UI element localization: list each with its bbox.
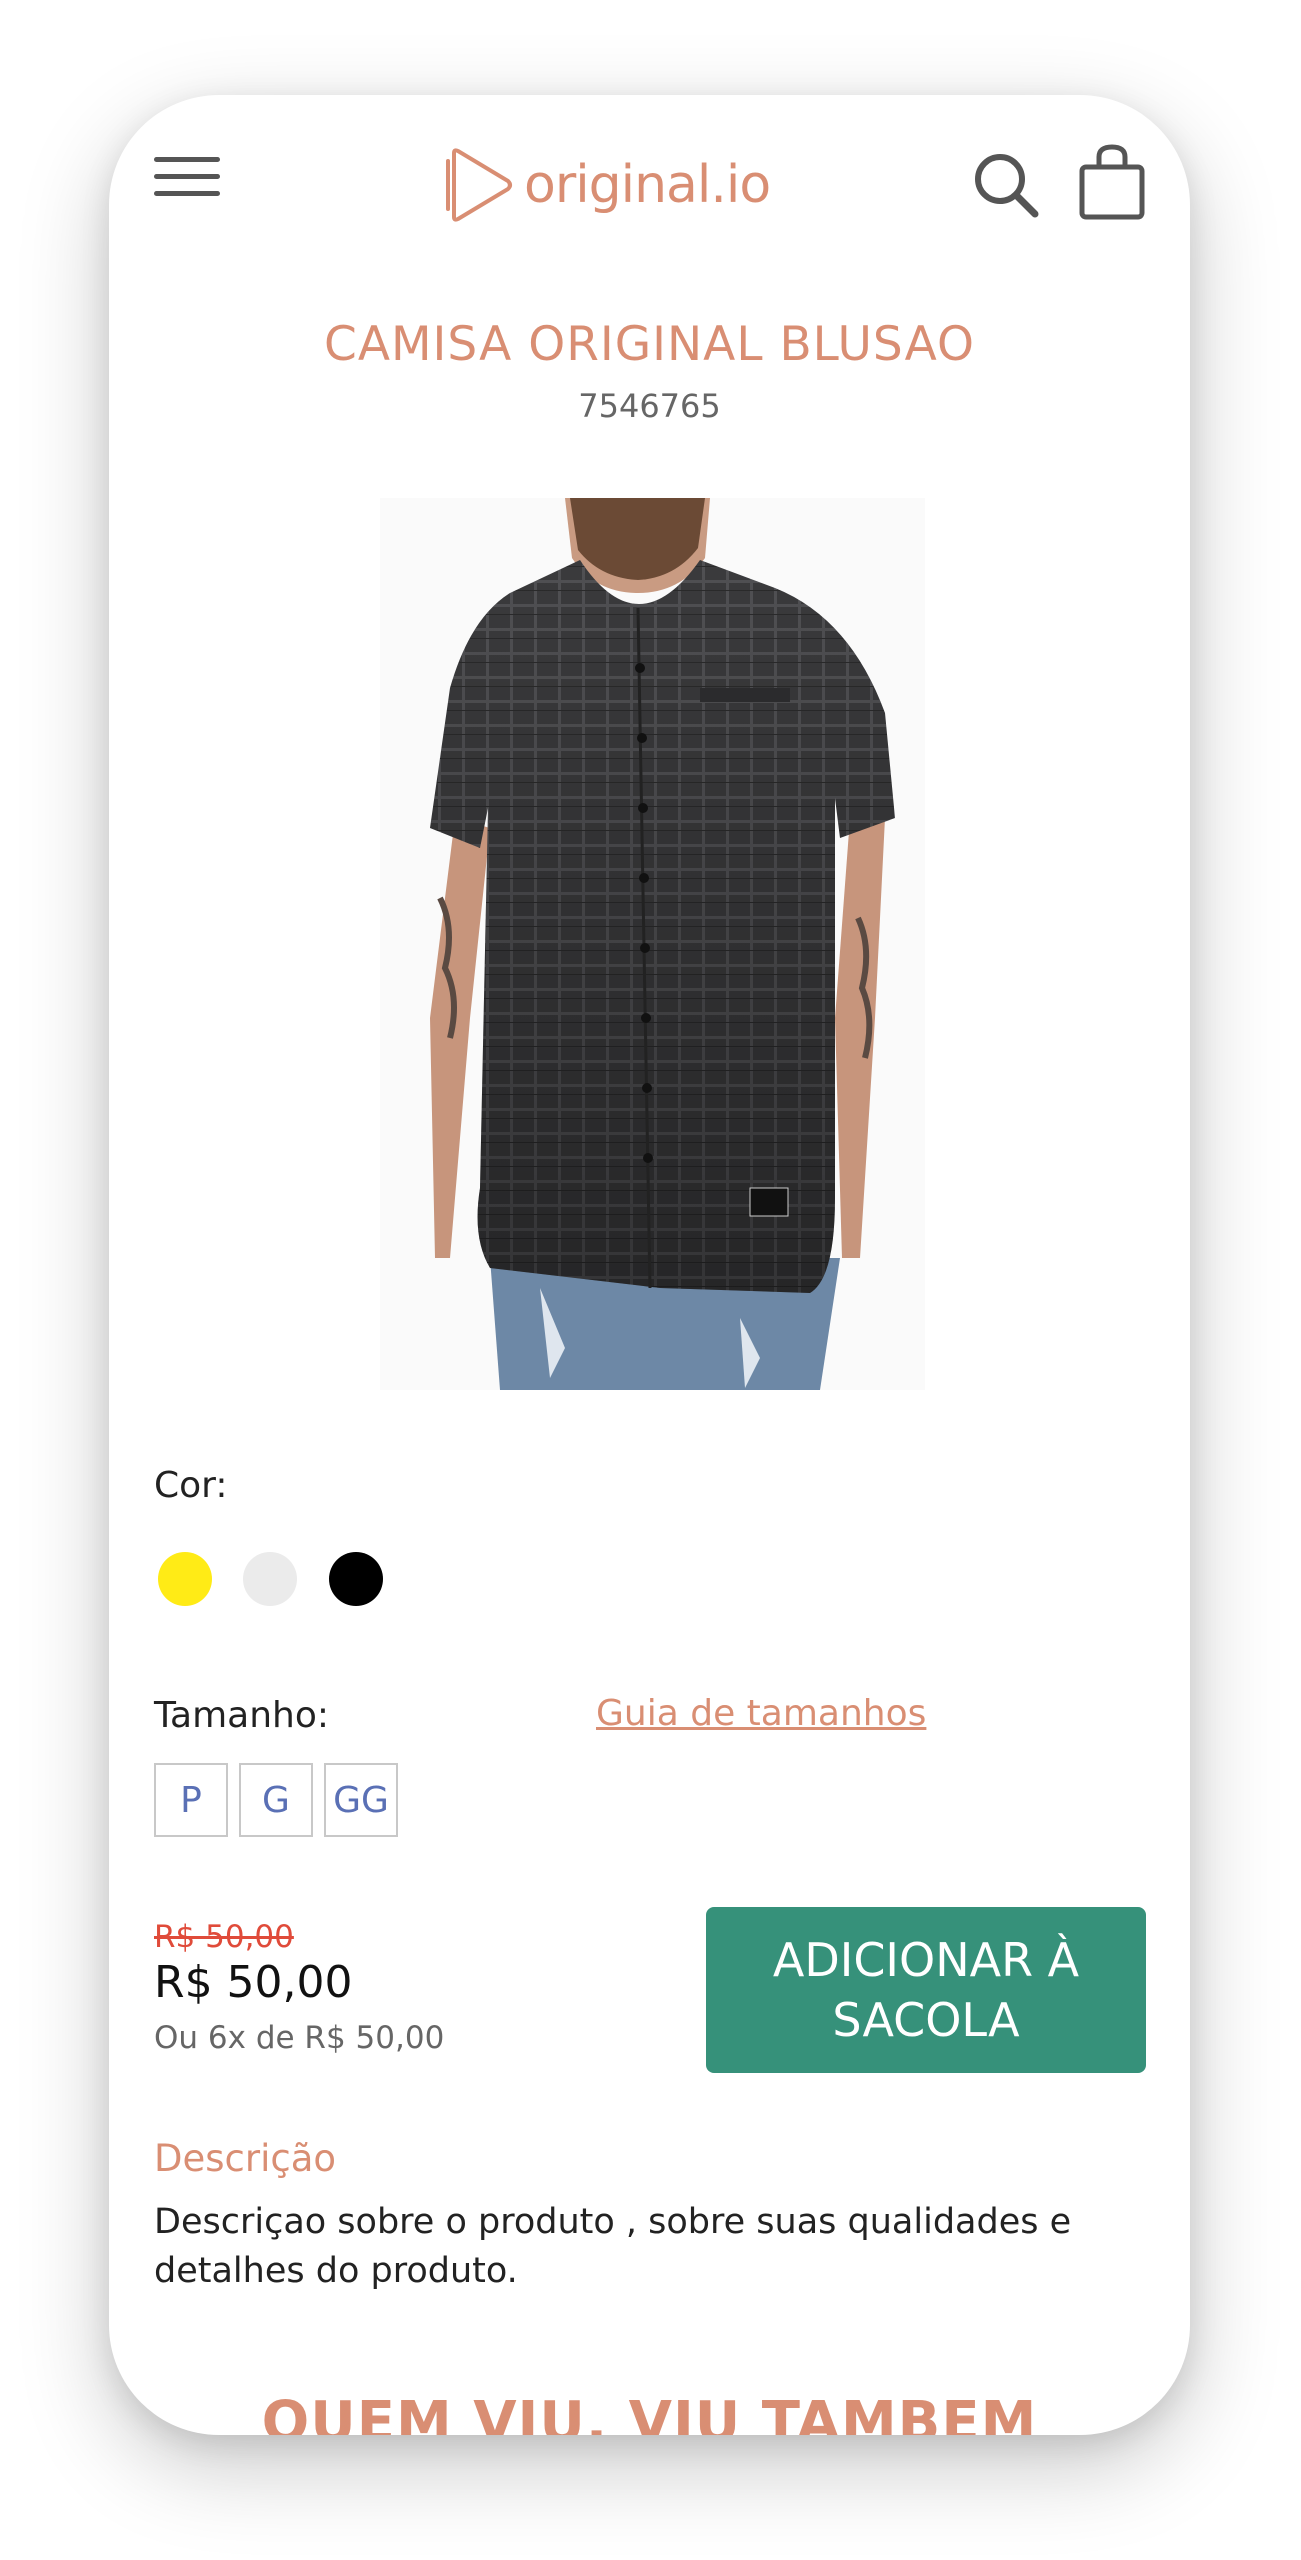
description-heading: Descrição: [154, 2137, 337, 2180]
product-sku: 7546765: [578, 387, 721, 425]
shopping-bag-icon[interactable]: [1077, 143, 1147, 221]
installments-text: Ou 6x de R$ 50,00: [154, 2020, 445, 2056]
logo[interactable]: original.io: [444, 145, 771, 225]
menu-icon[interactable]: [154, 157, 220, 199]
related-products-heading: QUEM VIU, VIU TAMBEM: [261, 2390, 1038, 2435]
color-swatch-yellow[interactable]: [158, 1552, 212, 1606]
product-title: CAMISA ORIGINAL BLUSAO: [324, 317, 975, 372]
add-to-bag-button[interactable]: ADICIONAR À SACOLA: [706, 1907, 1146, 2073]
logo-text: original.io: [524, 155, 771, 215]
size-option-gg[interactable]: GG: [324, 1763, 398, 1837]
product-image[interactable]: [380, 498, 925, 1390]
size-option-g[interactable]: G: [239, 1763, 313, 1837]
play-logo-icon: [446, 148, 512, 222]
size-label: Tamanho:: [154, 1695, 330, 1736]
search-icon[interactable]: [971, 150, 1041, 220]
old-price: R$ 50,00: [154, 1919, 294, 1955]
color-swatch-light-gray[interactable]: [243, 1552, 297, 1606]
color-swatch-black[interactable]: [329, 1552, 383, 1606]
color-label: Cor:: [154, 1465, 228, 1506]
size-guide-link[interactable]: Guia de tamanhos: [596, 1693, 926, 1734]
phone-frame: original.io CAMISA ORIGINAL BLUSAO 75467…: [109, 95, 1190, 2435]
current-price: R$ 50,00: [154, 1957, 353, 2008]
description-text: Descriçao sobre o produto , sobre suas q…: [154, 2202, 1072, 2291]
size-option-p[interactable]: P: [154, 1763, 228, 1837]
